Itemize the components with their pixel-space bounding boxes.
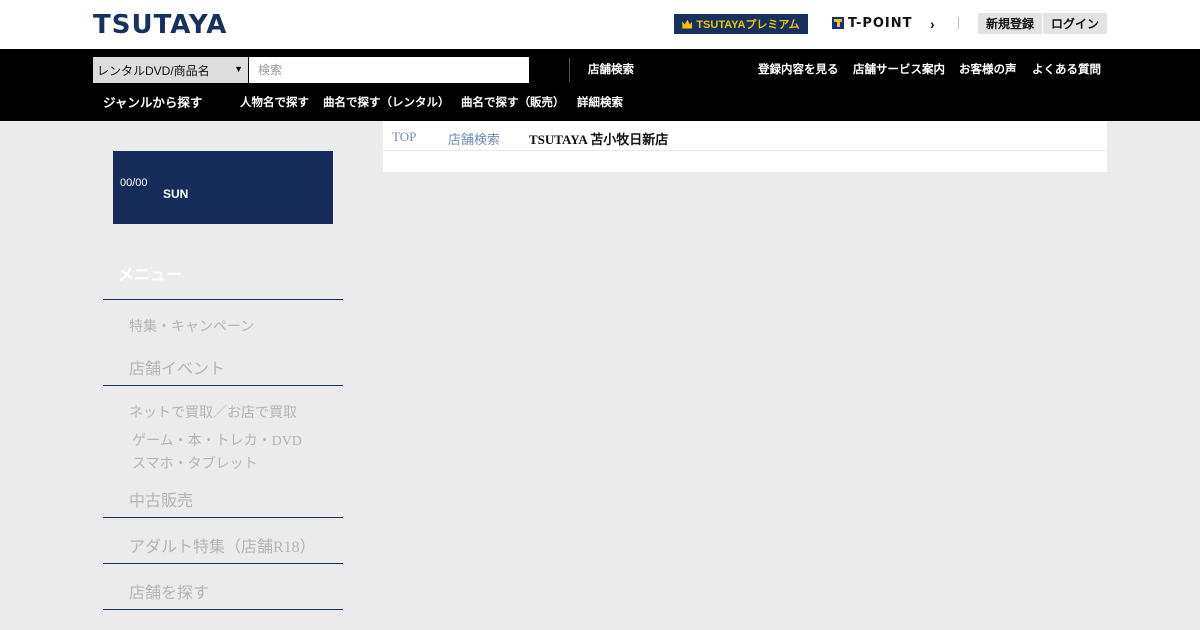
- search-category-select[interactable]: レンタルDVD/商品名 ▼: [93, 57, 248, 83]
- sidebar-item-buyback[interactable]: ネットで買取／お店で買取: [129, 402, 297, 422]
- main-nav: レンタルDVD/商品名 ▼ 店舗検索 登録内容を見る 店舗サービス案内 お客様の…: [0, 49, 1200, 121]
- register-button[interactable]: 新規登録: [978, 13, 1042, 34]
- genre-search-link[interactable]: ジャンルから探す: [103, 96, 202, 110]
- sidebar-menu-title: メニュー: [118, 267, 183, 284]
- date-value: 00/00: [120, 177, 148, 189]
- advanced-search-link[interactable]: 詳細検索: [577, 96, 623, 110]
- breadcrumb-current: TSUTAYA 苫小牧日新店: [529, 132, 669, 147]
- tpoint-logo-icon: [832, 17, 844, 29]
- customer-voice-link[interactable]: お客様の声: [959, 63, 1017, 77]
- sidebar-item-smartphone-tablet[interactable]: スマホ・タブレット: [132, 453, 258, 473]
- account-info-link[interactable]: 登録内容を見る: [758, 63, 839, 77]
- sidebar-item-campaign[interactable]: 特集・キャンペーン: [129, 316, 254, 336]
- sidebar-item-store-event[interactable]: 店舗イベント: [129, 355, 225, 379]
- day-value: SUN: [163, 187, 189, 201]
- person-search-link[interactable]: 人物名で探す: [240, 96, 309, 110]
- song-sale-search-link[interactable]: 曲名で探す（販売）: [461, 96, 565, 110]
- sidebar-divider: [103, 385, 343, 386]
- search-input[interactable]: [249, 57, 529, 83]
- dropdown-arrow-icon: ▼: [234, 64, 243, 74]
- main-content-panel: TOP 店舗検索 TSUTAYA 苫小牧日新店: [383, 121, 1107, 172]
- tsutaya-logo[interactable]: TSUTAYA: [93, 12, 227, 38]
- sidebar-divider: [103, 563, 343, 564]
- breadcrumb-top-link[interactable]: TOP: [392, 129, 416, 145]
- sidebar-item-adult-feature[interactable]: アダルト特集（店舗R18）: [129, 533, 316, 557]
- nav-divider: [569, 58, 570, 82]
- login-button[interactable]: ログイン: [1043, 13, 1107, 34]
- song-rental-search-link[interactable]: 曲名で探す（レンタル）: [323, 96, 450, 110]
- top-header: TSUTAYA TSUTAYAプレミアム T-POINT › 新規登録 ログイン: [0, 0, 1200, 49]
- tpoint-link[interactable]: T-POINT: [832, 14, 913, 32]
- crown-icon: [682, 19, 693, 29]
- search-category-value: レンタルDVD/商品名: [97, 63, 210, 78]
- breadcrumb: TOP 店舗検索 TSUTAYA 苫小牧日新店: [383, 121, 1107, 151]
- sidebar-item-game-book-card-dvd[interactable]: ゲーム・本・トレカ・DVD: [132, 430, 302, 450]
- sidebar-divider: [103, 299, 343, 300]
- store-search-link[interactable]: 店舗検索: [588, 63, 634, 77]
- sidebar-divider: [103, 609, 343, 610]
- premium-label: TSUTAYAプレミアム: [696, 19, 800, 31]
- sidebar-item-used-sales[interactable]: 中古販売: [129, 487, 193, 511]
- tsutaya-premium-banner[interactable]: TSUTAYAプレミアム: [674, 14, 808, 34]
- sidebar-divider: [103, 517, 343, 518]
- chevron-right-icon[interactable]: ›: [930, 16, 935, 32]
- divider: [958, 17, 959, 29]
- store-services-link[interactable]: 店舗サービス案内: [853, 63, 945, 77]
- sidebar-item-find-store[interactable]: 店舗を探す: [129, 579, 209, 603]
- faq-link[interactable]: よくある質問: [1032, 63, 1101, 77]
- breadcrumb-store-search-link[interactable]: 店舗検索: [448, 129, 500, 148]
- store-date-box: 00/00 SUN: [113, 151, 333, 224]
- tpoint-label: T-POINT: [848, 15, 913, 31]
